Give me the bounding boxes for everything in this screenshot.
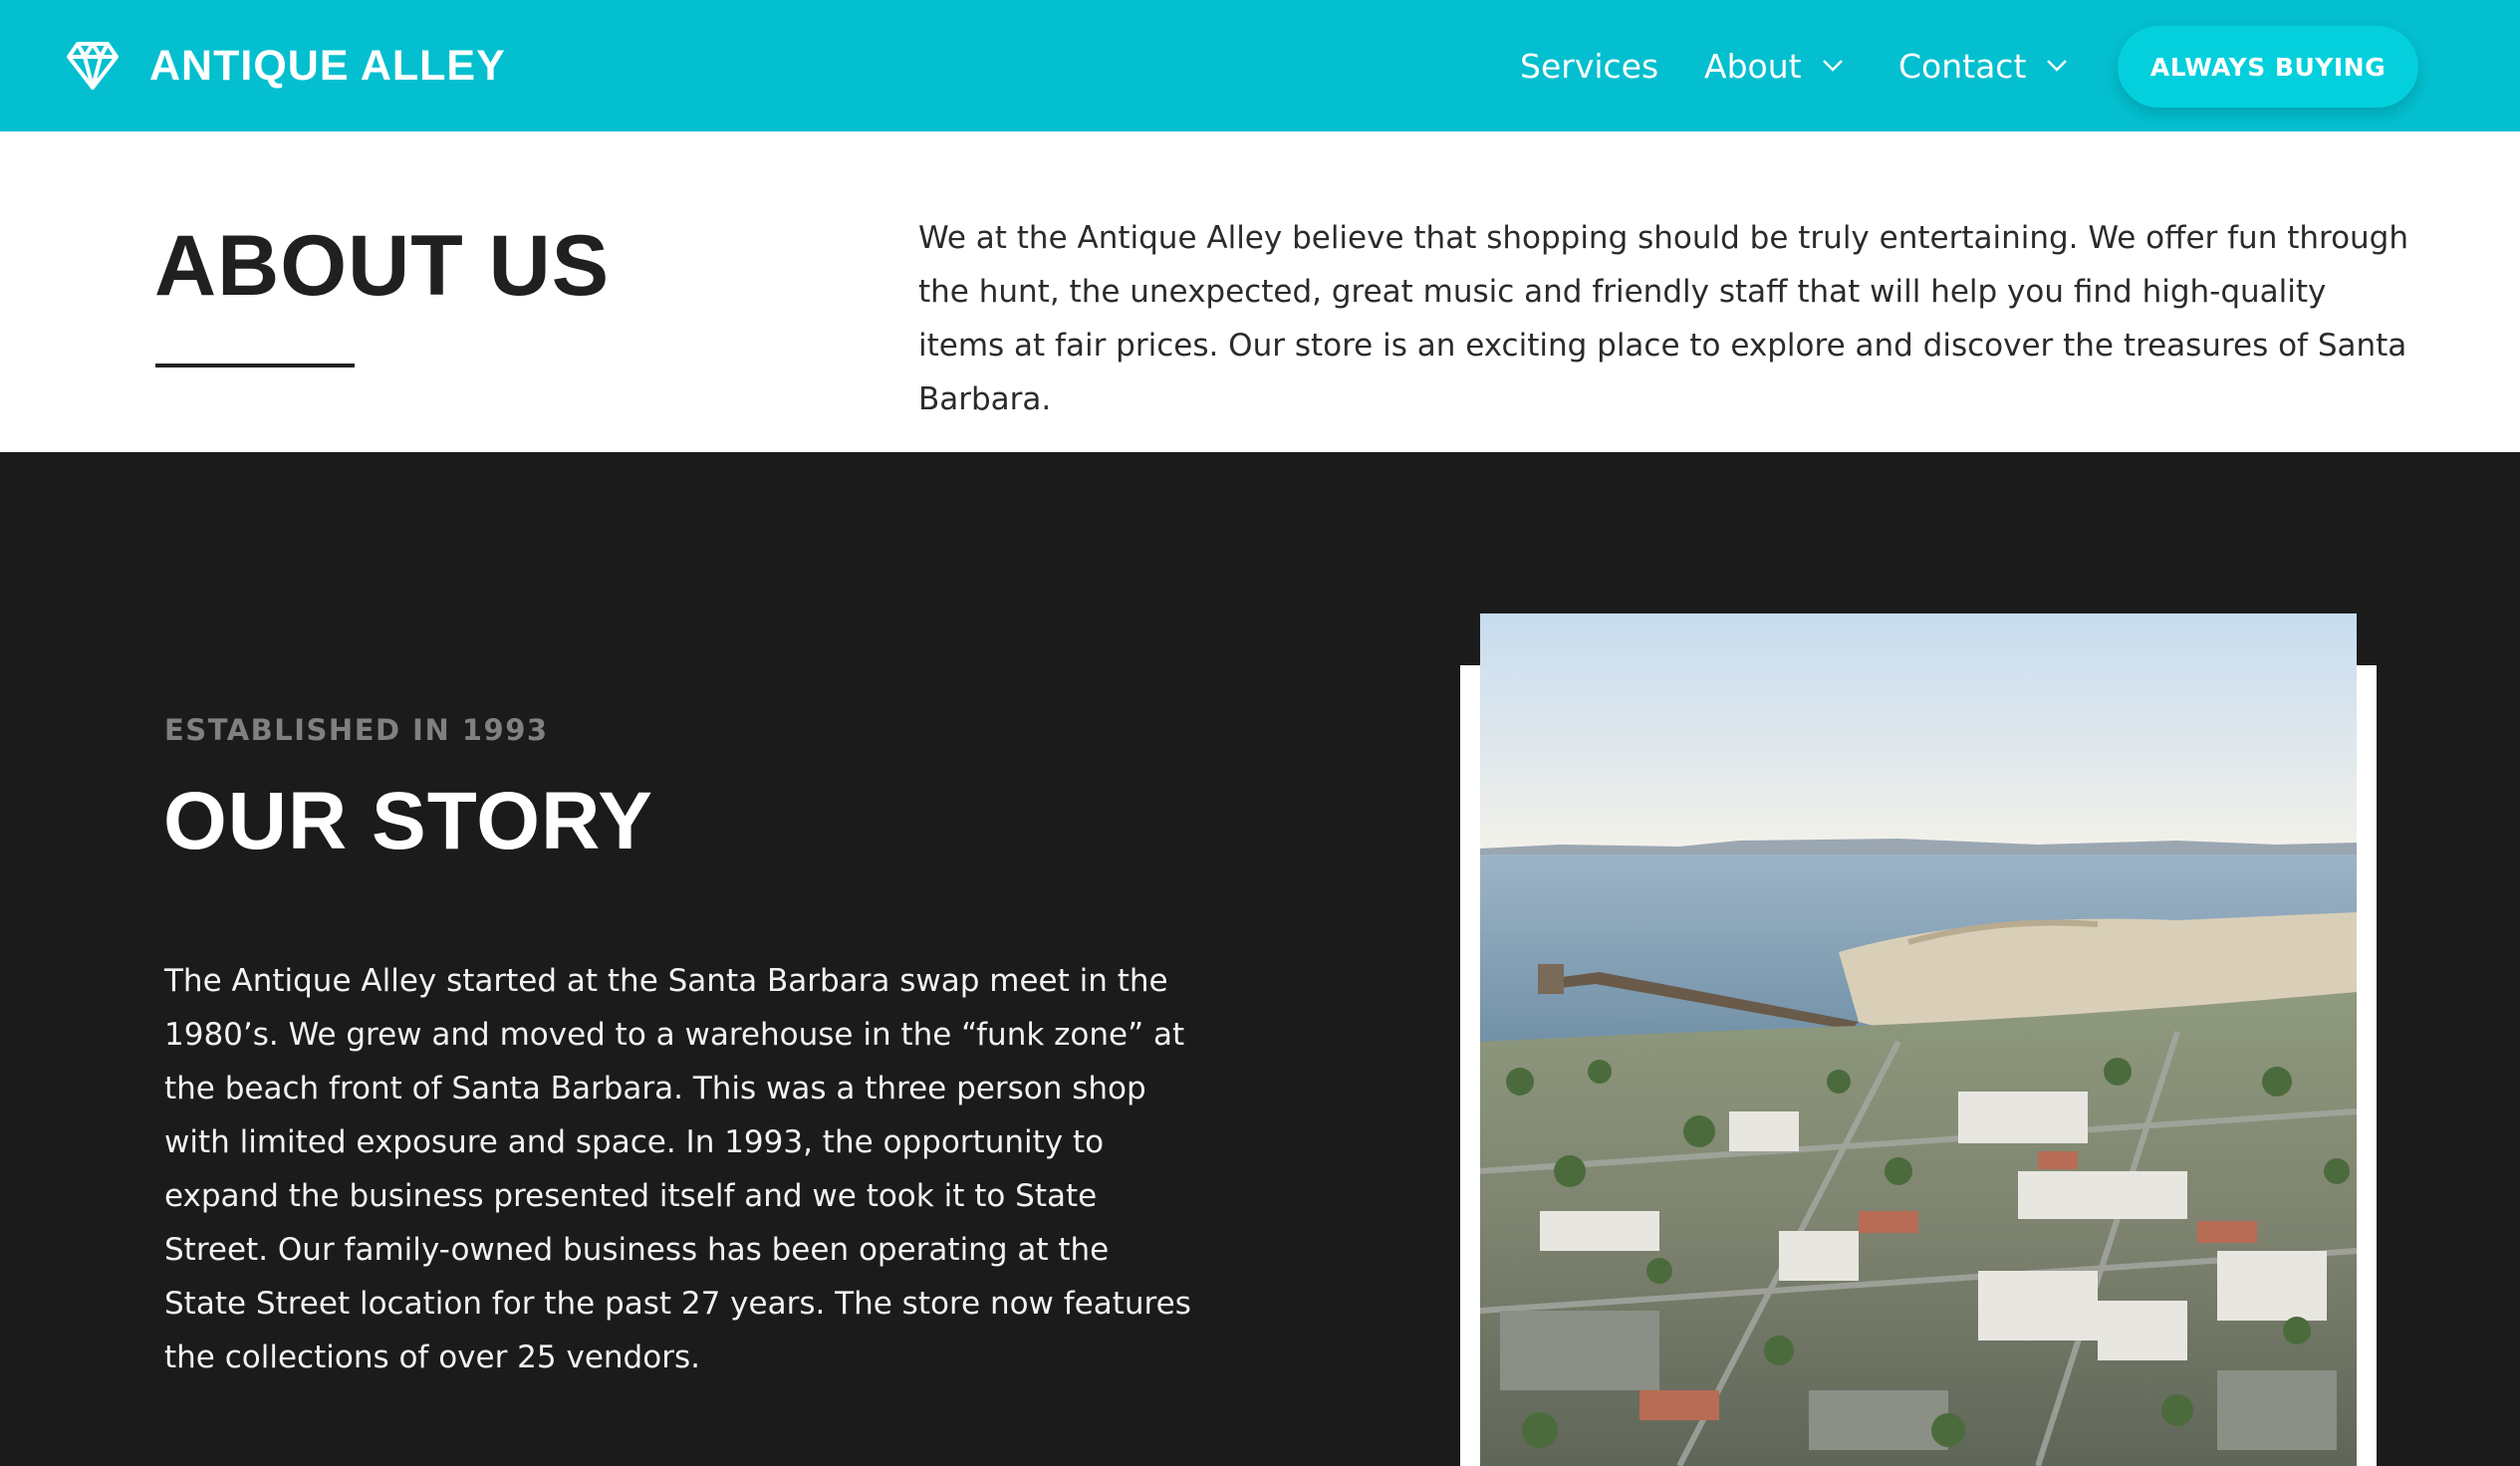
brand-logo-link[interactable]: ANTIQUE ALLEY [66, 38, 506, 94]
always-buying-button[interactable]: ALWAYS BUYING [2118, 26, 2418, 108]
aerial-city-photo [1480, 613, 2357, 1466]
nav-item-services[interactable]: Services [1520, 44, 1658, 88]
story-title: OUR STORY [163, 776, 653, 866]
nav-item-label: Services [1520, 46, 1659, 86]
established-eyebrow: ESTABLISHED IN 1993 [164, 713, 549, 747]
brand-name: ANTIQUE ALLEY [149, 41, 506, 90]
nav-item-contact[interactable]: Contact [1898, 44, 2068, 88]
about-title: ABOUT US [154, 218, 611, 314]
diamond-icon [67, 42, 119, 90]
site-header: ANTIQUE ALLEY Services About Contact ALW… [0, 0, 2520, 131]
chevron-down-icon [2047, 60, 2068, 72]
about-body: We at the Antique Alley believe that sho… [918, 220, 2409, 417]
title-divider [155, 364, 355, 367]
story-body: The Antique Alley started at the Santa B… [164, 963, 1191, 1375]
nav-item-label: Contact [1898, 46, 2027, 86]
chevron-down-icon [1822, 60, 1843, 72]
story-section: ESTABLISHED IN 1993 OUR STORY The Antiqu… [0, 452, 2520, 1466]
nav-item-about[interactable]: About [1704, 44, 1844, 88]
nav-item-label: About [1704, 46, 1802, 86]
about-section: ABOUT US We at the Antique Alley believe… [0, 131, 2520, 452]
